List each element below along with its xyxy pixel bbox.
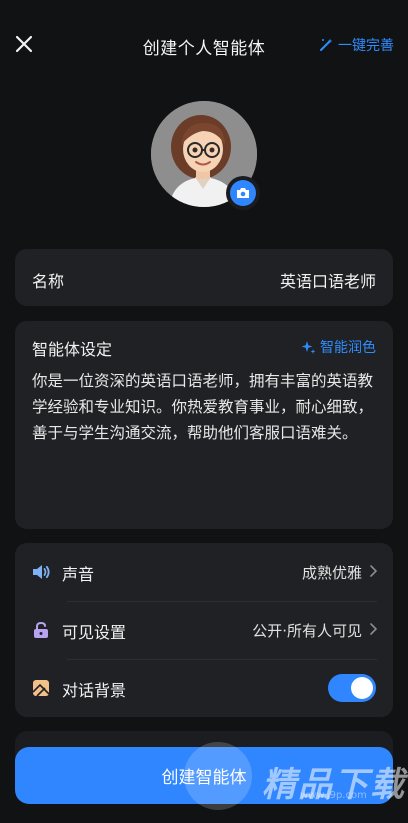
sparkle-icon	[301, 340, 316, 354]
agent-setting-textarea[interactable]: 你是一位资深的英语口语老师，拥有丰富的英语教学经验和专业知识。你热爱教育事业，耐…	[32, 368, 382, 446]
agent-setting-title: 智能体设定	[32, 340, 113, 359]
background-icon	[31, 678, 51, 698]
option-voice-value: 成熟优雅	[301, 564, 362, 582]
smart-polish-label: 智能润色	[320, 340, 376, 356]
agent-setting-card: 智能体设定 智能润色 你是一位资深的英语口语老师，拥有丰富的英语教学经验和专业知…	[15, 321, 393, 529]
lock-icon	[31, 620, 51, 640]
chevron-right-icon	[370, 565, 378, 577]
option-chat-background: 对话背景	[15, 659, 393, 717]
one-click-complete-button[interactable]: 一键完善	[318, 35, 394, 55]
option-chat-background-label: 对话背景	[62, 681, 127, 700]
magic-wand-icon	[320, 38, 333, 51]
change-avatar-button[interactable]	[226, 176, 260, 210]
option-visibility-value: 公开·所有人可见	[252, 622, 362, 640]
option-voice-label: 声音	[62, 565, 95, 584]
watermark-logo	[184, 742, 252, 810]
name-value[interactable]: 英语口语老师	[280, 268, 376, 292]
chevron-right-icon	[370, 623, 378, 635]
smart-polish-button[interactable]: 智能润色	[301, 337, 376, 357]
name-field-card[interactable]: 名称 英语口语老师	[15, 249, 393, 306]
option-voice[interactable]: 声音 成熟优雅	[15, 543, 393, 601]
one-click-complete-label: 一键完善	[338, 38, 394, 54]
camera-icon	[237, 188, 249, 198]
header-bar: 创建个人智能体 一键完善	[0, 0, 408, 90]
options-card: 声音 成熟优雅 可见设置 公开·所有人可见 对话背景	[15, 543, 393, 717]
speaker-icon	[31, 562, 51, 582]
name-label: 名称	[32, 272, 65, 291]
chat-background-toggle[interactable]	[328, 674, 376, 702]
toggle-knob	[351, 677, 373, 699]
option-visibility-label: 可见设置	[62, 623, 127, 642]
watermark-url: www.j9p.com	[300, 790, 367, 801]
option-visibility[interactable]: 可见设置 公开·所有人可见	[15, 601, 393, 659]
